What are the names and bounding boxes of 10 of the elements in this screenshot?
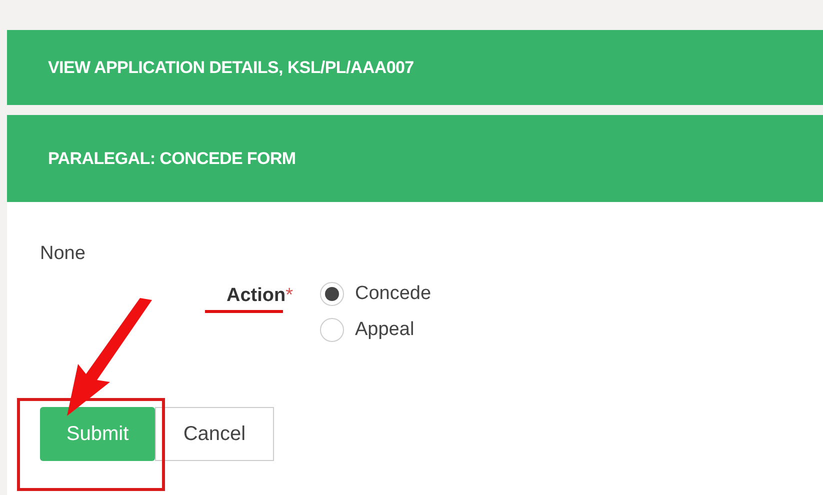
- radio-icon[interactable]: [320, 282, 344, 306]
- radio-icon[interactable]: [320, 318, 344, 342]
- radio-option[interactable]: Appeal: [320, 316, 432, 344]
- panel-title: VIEW APPLICATION DETAILS, KSL/PL/AAA007: [48, 56, 414, 79]
- required-mark: *: [286, 284, 293, 308]
- cancel-button[interactable]: Cancel: [155, 406, 274, 460]
- panel-title: PARALEGAL: CONCEDE FORM: [48, 148, 296, 170]
- radio-option[interactable]: Concede: [320, 280, 432, 308]
- note-text: None: [40, 242, 86, 266]
- field-label: Action: [226, 284, 286, 308]
